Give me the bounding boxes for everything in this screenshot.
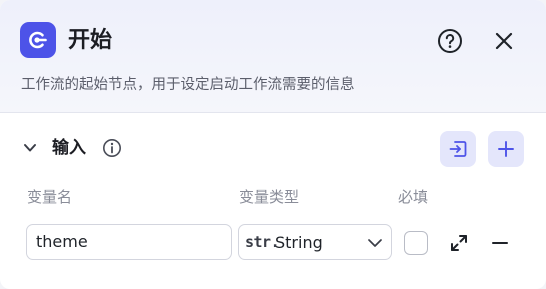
help-button[interactable] bbox=[436, 27, 464, 55]
minus-icon bbox=[492, 242, 508, 244]
start-node-icon bbox=[20, 22, 56, 58]
question-circle-icon bbox=[438, 29, 462, 53]
import-button[interactable] bbox=[440, 131, 476, 167]
variable-name-input[interactable]: theme bbox=[26, 224, 232, 260]
add-input-button[interactable] bbox=[488, 131, 524, 167]
expand-button[interactable] bbox=[447, 231, 471, 255]
column-header-name: 变量名 bbox=[27, 188, 73, 206]
column-header-required: 必填 bbox=[398, 188, 429, 206]
close-button[interactable] bbox=[490, 27, 518, 55]
panel-title: 开始 bbox=[68, 28, 113, 53]
panel-description: 工作流的起始节点，用于设定启动工作流需要的信息 bbox=[21, 77, 355, 93]
remove-input-button[interactable] bbox=[488, 231, 512, 255]
plus-icon bbox=[498, 141, 514, 157]
string-type-icon: str. bbox=[245, 233, 280, 251]
required-checkbox[interactable] bbox=[404, 231, 428, 255]
expand-icon bbox=[451, 235, 467, 251]
section-title-inputs: 输入 bbox=[52, 138, 86, 158]
chevron-down-icon bbox=[368, 239, 382, 247]
variable-type-value: String bbox=[275, 233, 323, 252]
start-node-panel: 开始 工作流的起始节点，用于设定启动工作流需要的信息 输入 变量名 变量类型 必… bbox=[0, 0, 546, 289]
chevron-down-icon[interactable] bbox=[22, 140, 38, 156]
panel-header: 开始 工作流的起始节点，用于设定启动工作流需要的信息 bbox=[0, 0, 546, 113]
info-circle-icon[interactable] bbox=[102, 138, 122, 158]
inputs-section-header: 输入 bbox=[0, 130, 546, 167]
import-icon bbox=[449, 141, 467, 157]
variable-type-select[interactable]: str. String bbox=[238, 224, 392, 260]
column-header-type: 变量类型 bbox=[239, 188, 300, 206]
close-icon bbox=[495, 32, 513, 50]
